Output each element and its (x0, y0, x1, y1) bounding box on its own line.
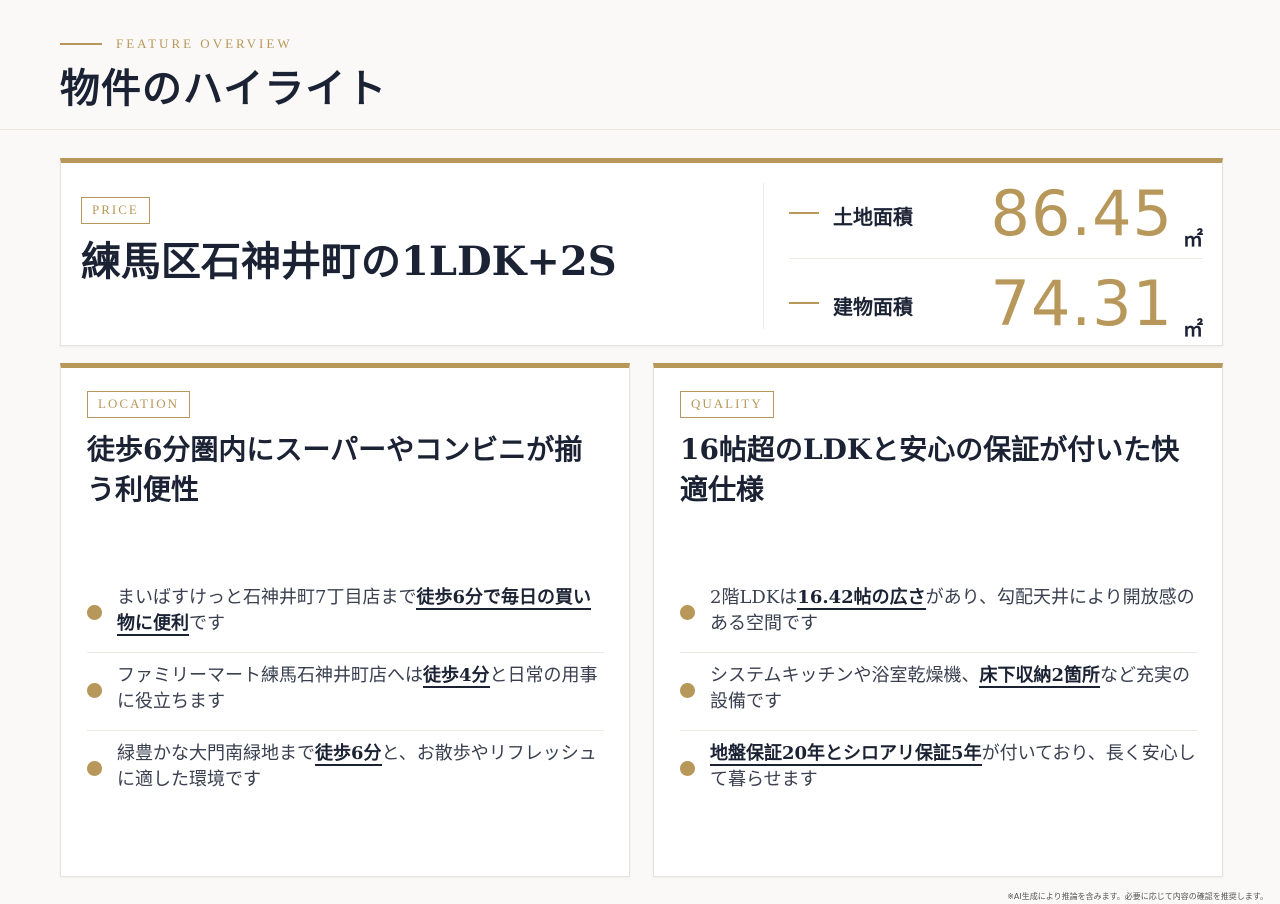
list-item: 地盤保証20年とシロアリ保証5年が付いており、長く安心して暮らせます (680, 731, 1197, 809)
bullet-dot-icon (680, 761, 695, 776)
land-area-unit: ㎡ (1183, 227, 1203, 251)
bullet-text: 2階LDKは16.42帖の広さがあり、勾配天井により開放感のある空間です (710, 587, 1195, 634)
quality-title: 16帖超のLDKと安心の保証が付いた快適仕様 (680, 433, 1180, 506)
quality-card: QUALITY 16帖超のLDKと安心の保証が付いた快適仕様 2階LDKは16.… (653, 363, 1223, 877)
building-area-unit: ㎡ (1183, 317, 1203, 341)
price-tag: PRICE (81, 197, 150, 224)
list-item: まいばすけっと石神井町7丁目店まで徒歩6分で毎日の買い物に便利です (87, 575, 604, 653)
footnote: ※AI生成により推論を含みます。必要に応じて内容の確認を推奨します。 (1007, 892, 1268, 901)
eyebrow-line (60, 43, 102, 45)
bullet-dot-icon (87, 605, 102, 620)
bullet-text: まいばすけっと石神井町7丁目店まで徒歩6分で毎日の買い物に便利です (117, 587, 591, 636)
location-title: 徒歩6分圏内にスーパーやコンビニが揃う利便性 (87, 433, 583, 506)
bullet-text: 地盤保証20年とシロアリ保証5年が付いており、長く安心して暮らせます (710, 743, 1196, 790)
land-area-label: 土地面積 (833, 205, 913, 229)
bullet-dot-icon (680, 605, 695, 620)
bullet-text: ファミリーマート練馬石神井町店へは徒歩4分と日常の用事に役立ちます (117, 665, 598, 712)
list-item: システムキッチンや浴室乾燥機、床下収納2箇所など充実の設備です (680, 653, 1197, 731)
page-header: FEATURE OVERVIEW 物件のハイライト (0, 0, 1280, 130)
quality-tag: QUALITY (680, 391, 774, 418)
dash-icon (789, 212, 819, 214)
bullet-dot-icon (87, 761, 102, 776)
list-item: ファミリーマート練馬石神井町店へは徒歩4分と日常の用事に役立ちます (87, 653, 604, 731)
list-item: 緑豊かな大門南緑地まで徒歩6分と、お散歩やリフレッシュに適した環境です (87, 731, 604, 809)
building-area-row: 建物面積 74.31 ㎡ (789, 261, 1203, 341)
price-card: PRICE 練馬区石神井町の1LDK+2S 土地面積 86.45 ㎡ 建物面積 … (60, 158, 1223, 346)
quality-bullets: 2階LDKは16.42帖の広さがあり、勾配天井により開放感のある空間です システ… (680, 575, 1197, 809)
land-area-value: 86.45 (990, 177, 1173, 250)
property-headline: 練馬区石神井町の1LDK+2S (81, 238, 617, 285)
bullet-text: システムキッチンや浴室乾燥機、床下収納2箇所など充実の設備です (710, 665, 1190, 712)
eyebrow: FEATURE OVERVIEW (60, 36, 293, 52)
land-area-row: 土地面積 86.45 ㎡ (789, 175, 1203, 259)
building-area-value: 74.31 (990, 267, 1173, 340)
eyebrow-text: FEATURE OVERVIEW (116, 36, 293, 51)
dash-icon (789, 302, 819, 304)
divider (763, 183, 764, 329)
list-item: 2階LDKは16.42帖の広さがあり、勾配天井により開放感のある空間です (680, 575, 1197, 653)
bullet-dot-icon (680, 683, 695, 698)
page-title: 物件のハイライト (60, 65, 388, 112)
location-card: LOCATION 徒歩6分圏内にスーパーやコンビニが揃う利便性 まいばすけっと石… (60, 363, 630, 877)
bullet-dot-icon (87, 683, 102, 698)
building-area-label: 建物面積 (833, 295, 913, 319)
bullet-text: 緑豊かな大門南緑地まで徒歩6分と、お散歩やリフレッシュに適した環境です (117, 743, 597, 790)
location-tag: LOCATION (87, 391, 190, 418)
location-bullets: まいばすけっと石神井町7丁目店まで徒歩6分で毎日の買い物に便利です ファミリーマ… (87, 575, 604, 809)
